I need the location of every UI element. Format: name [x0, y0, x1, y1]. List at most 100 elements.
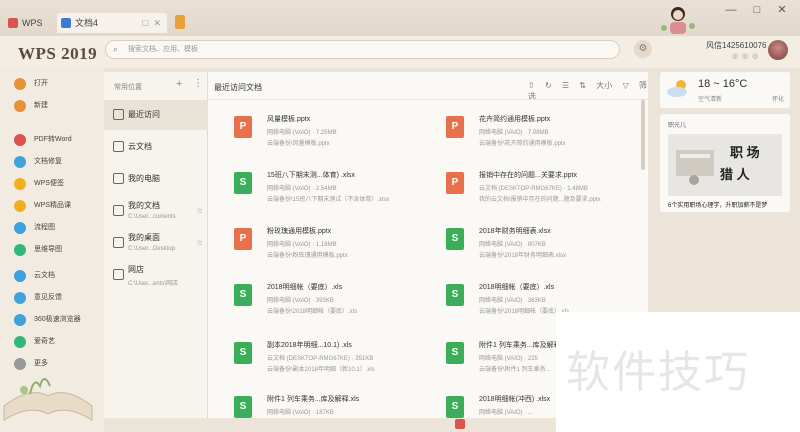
city: 怀化 [772, 97, 785, 103]
cloud-sun-icon [667, 80, 687, 97]
file-item[interactable]: P 风量模板.pptx 网络电脑 (VAIO) · 7.25MB 云端备份\风量模板.… [234, 114, 434, 158]
file-meta: 云文档 (DESKTOP-RMG67KE) · 1.48MB [479, 186, 588, 192]
file-name: 报销中存在的问题...关要求.pptx [479, 172, 578, 179]
mindmap-icon [14, 244, 26, 256]
file-sub: 云端备份\2018年财务明细表.xlsx [479, 253, 567, 259]
file-item[interactable]: S 2018明细帐（要底）.xls 网络电脑 (VAIO) · 393KB 云端备份\… [234, 282, 434, 326]
location-item[interactable]: 最近访问 [104, 100, 208, 130]
desk-illustration-icon [676, 150, 714, 185]
tab-document-label: 文档4 [75, 18, 99, 28]
size-sort-button[interactable]: 大小 [596, 81, 612, 90]
course-icon [14, 200, 26, 212]
location-path: C:\User...cuments [128, 214, 176, 220]
location-item[interactable]: 我的文档 C:\User...cuments ☆ [104, 196, 208, 226]
scrollbar[interactable] [641, 100, 645, 170]
browser-icon [14, 314, 26, 326]
location-item[interactable]: 我的电脑 [104, 164, 208, 194]
file-item[interactable]: P 报销中存在的问题...关要求.pptx 云文档 (DESKTOP-RMG67KE… [446, 170, 646, 214]
news-widget[interactable]: 职光儿 职 场 猎 人 6个实用职场心理学，升职加薪不是梦 [660, 114, 790, 212]
file-item[interactable]: P 粉玫瑰通用模板.pptx 网络电脑 (VAIO) · 1.18MB 云端备份\粉玫… [234, 226, 434, 270]
file-meta: 网络电脑 (VAIO) · 2.54MB [267, 186, 337, 192]
nav-item-10[interactable]: 360极速浏览器 [14, 312, 102, 328]
location-item[interactable]: 云文档 [104, 132, 208, 162]
locations-panel: 常用位置 + ⋮ 最近访问 云文档 我的电脑 我的文档 C:\User...cument… [104, 72, 208, 418]
file-sub: 云端备份\粉玫瑰通用模板.pptx [267, 253, 348, 259]
settings-gear-icon[interactable]: ⚙ [634, 40, 652, 58]
file-name: 附件1 列车乘务...库及解释.xl [479, 342, 568, 349]
presentation-file-icon: P [234, 228, 252, 250]
list-view-icon[interactable]: ☰ [562, 81, 569, 90]
nav-item-5[interactable]: WPS精品课 [14, 198, 102, 214]
tab-document[interactable]: 文档4 ▢ ✕ [57, 13, 167, 33]
sort-icon[interactable]: ⇅ [579, 81, 586, 90]
file-sub: 云端备份\15班八下期末测试（不含体育）.xlsx [267, 197, 390, 203]
minimize-button[interactable]: — [722, 2, 740, 18]
file-name: 15班八下期末测...体育) .xlsx [267, 172, 355, 179]
file-meta: 网络电脑 (VAIO) · 225 [479, 356, 538, 362]
star-icon[interactable]: ☆ [196, 206, 203, 215]
search-input[interactable]: ⌕ 搜索文档、应用、模板 [105, 40, 620, 59]
nav-item-8[interactable]: 云文档 [14, 268, 102, 284]
air-quality: 空气清新 [698, 97, 723, 103]
avatar[interactable] [768, 40, 788, 60]
feedback-icon [14, 292, 26, 304]
nav-item-3[interactable]: 文档修复 [14, 154, 102, 170]
nav-item-2[interactable]: PDF转Word [14, 132, 102, 148]
nav-item-label: WPS便签 [34, 180, 64, 187]
location-item[interactable]: 网店 C:\User...ents\网店 [104, 260, 208, 290]
location-item[interactable]: 我的桌面 C:\User...Desktop ☆ [104, 228, 208, 258]
temperature: 18 ~ 16°C [698, 78, 748, 90]
file-meta: 网络电脑 (VAIO) · 1.18MB [267, 242, 337, 248]
file-sub: 云端备份\花卉简约通用模板.pptx [479, 141, 566, 147]
spreadsheet-file-icon: S [446, 342, 464, 364]
nav-item-6[interactable]: 流程图 [14, 220, 102, 236]
wps-logo: WPS 2019 [18, 44, 98, 63]
weather-widget[interactable]: 18 ~ 16°C 空气清新 怀化 [660, 72, 790, 108]
file-item[interactable]: S 附件1 列车乘务...库及解释.xls 网络电脑 (VAIO) · 187KB [234, 394, 434, 432]
user-name[interactable]: 风信1425610076 [706, 40, 767, 51]
maximize-button[interactable]: □ [748, 2, 766, 18]
close-button[interactable]: ✕ [773, 2, 791, 18]
locations-title: 常用位置 [114, 84, 142, 91]
file-item[interactable]: S 15班八下期末测...体育) .xlsx 网络电脑 (VAIO) · 2.54M… [234, 170, 434, 214]
nav-item-4[interactable]: WPS便签 [14, 176, 102, 192]
taskbar-app-icon[interactable] [455, 419, 465, 429]
pin-icon[interactable]: ▢ [141, 13, 149, 33]
repair-icon [14, 156, 26, 168]
new-tab-icon[interactable] [175, 15, 185, 29]
tab-wps-label: WPS [22, 18, 43, 28]
location-name: 云文档 [128, 142, 152, 151]
nav-item-label: 意见反馈 [34, 294, 62, 301]
folder-icon [14, 78, 26, 90]
star-icon[interactable]: ☆ [196, 238, 203, 247]
add-location-icon[interactable]: + [176, 78, 182, 90]
pdf-icon [14, 134, 26, 146]
upload-icon[interactable]: ⇧ [528, 81, 535, 90]
spreadsheet-file-icon: S [234, 284, 252, 306]
skin-illustration-icon [661, 7, 695, 34]
file-item[interactable]: S 副本2018年明细...10.1) .xls 云文档 (DESKTOP-RMG6… [234, 340, 434, 384]
presentation-file-icon: P [446, 116, 464, 138]
document-icon [61, 18, 71, 28]
filter-icon[interactable]: ▽ [622, 81, 628, 90]
file-item[interactable]: S 2018年财务明细表.xlsx 网络电脑 (VAIO) · 807KB 云端备份\… [446, 226, 646, 270]
news-image-text-1: 职 场 [730, 145, 760, 160]
presentation-file-icon: P [446, 172, 464, 194]
nav-item-9[interactable]: 意见反馈 [14, 290, 102, 306]
nav-item-1[interactable]: 新建 [14, 98, 102, 114]
nav-item-7[interactable]: 思维导图 [14, 242, 102, 258]
file-sub: 云端备份\2018明细帐（要底）.xls [267, 309, 358, 315]
file-name: 2018明细帐(冲西) .xlsx [479, 396, 551, 403]
nav-item-label: 云文档 [34, 272, 55, 279]
nav-item-0[interactable]: 打开 [14, 76, 102, 92]
refresh-icon[interactable]: ↻ [545, 81, 552, 90]
close-tab-icon[interactable]: ✕ [153, 13, 161, 33]
file-name: 风量模板.pptx [267, 116, 311, 123]
location-name: 最近访问 [128, 110, 160, 119]
file-meta: 网络电脑 (VAIO) · 7.25MB [267, 130, 337, 136]
tab-wps[interactable]: WPS [4, 13, 48, 33]
news-image[interactable]: 职 场 猎 人 [668, 134, 782, 196]
file-item[interactable]: P 花卉简约通用模板.pptx 网络电脑 (VAIO) · 7.08MB 云端备份\花… [446, 114, 646, 158]
news-caption[interactable]: 6个实用职场心理学，升职加薪不是梦 [668, 200, 767, 209]
more-icon[interactable]: ⋮ [193, 78, 203, 89]
